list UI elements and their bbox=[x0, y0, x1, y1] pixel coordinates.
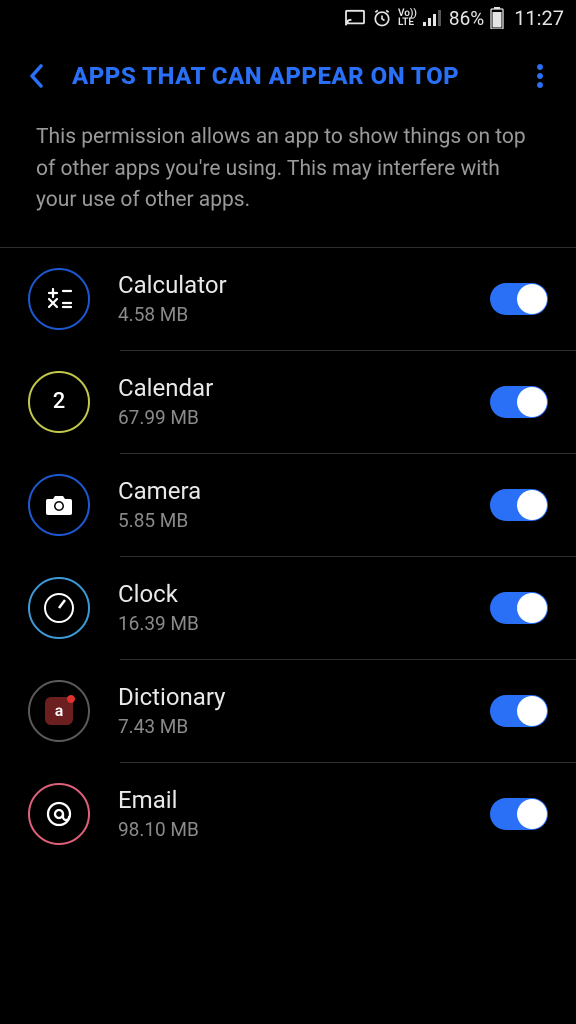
app-size: 5.85 MB bbox=[118, 509, 462, 532]
app-name: Calculator bbox=[118, 271, 462, 299]
app-row[interactable]: a Dictionary 7.43 MB bbox=[0, 660, 576, 762]
app-size: 98.10 MB bbox=[118, 818, 462, 841]
more-options-button[interactable] bbox=[522, 58, 558, 94]
calendar-icon: 2 bbox=[28, 371, 90, 433]
app-row[interactable]: Email 98.10 MB bbox=[0, 763, 576, 865]
app-size: 67.99 MB bbox=[118, 406, 462, 429]
cast-icon bbox=[344, 9, 366, 27]
app-size: 16.39 MB bbox=[118, 612, 462, 635]
battery-percent: 86% bbox=[449, 7, 484, 30]
permission-toggle[interactable] bbox=[490, 386, 548, 418]
back-button[interactable] bbox=[18, 58, 54, 94]
app-name: Calendar bbox=[118, 374, 462, 402]
app-row[interactable]: Clock 16.39 MB bbox=[0, 557, 576, 659]
app-text: Camera 5.85 MB bbox=[118, 477, 462, 532]
app-text: Clock 16.39 MB bbox=[118, 580, 462, 635]
dictionary-icon: a bbox=[28, 680, 90, 742]
volte-icon: Vo))LTE bbox=[398, 9, 417, 27]
signal-icon bbox=[423, 10, 443, 26]
app-text: Email 98.10 MB bbox=[118, 786, 462, 841]
permission-toggle[interactable] bbox=[490, 798, 548, 830]
header: APPS THAT CAN APPEAR ON TOP bbox=[0, 36, 576, 122]
app-row[interactable]: Camera 5.85 MB bbox=[0, 454, 576, 556]
clock-icon bbox=[28, 577, 90, 639]
app-size: 7.43 MB bbox=[118, 715, 462, 738]
app-name: Dictionary bbox=[118, 683, 462, 711]
app-text: Dictionary 7.43 MB bbox=[118, 683, 462, 738]
app-text: Calculator 4.58 MB bbox=[118, 271, 462, 326]
dictionary-badge: a bbox=[45, 697, 73, 725]
page-title: APPS THAT CAN APPEAR ON TOP bbox=[72, 62, 522, 90]
email-icon bbox=[28, 783, 90, 845]
permission-toggle[interactable] bbox=[490, 489, 548, 521]
clock-time: 11:27 bbox=[514, 6, 564, 30]
calendar-day: 2 bbox=[53, 389, 66, 414]
permission-toggle[interactable] bbox=[490, 695, 548, 727]
app-row[interactable]: 2 Calendar 67.99 MB bbox=[0, 351, 576, 453]
alarm-icon bbox=[372, 8, 392, 28]
app-size: 4.58 MB bbox=[118, 303, 462, 326]
calculator-icon bbox=[28, 268, 90, 330]
battery-icon bbox=[490, 7, 504, 29]
app-text: Calendar 67.99 MB bbox=[118, 374, 462, 429]
app-row[interactable]: Calculator 4.58 MB bbox=[0, 248, 576, 350]
app-name: Email bbox=[118, 786, 462, 814]
permission-toggle[interactable] bbox=[490, 283, 548, 315]
status-bar: Vo))LTE 86% 11:27 bbox=[0, 0, 576, 36]
permission-description: This permission allows an app to show th… bbox=[0, 122, 576, 247]
app-name: Clock bbox=[118, 580, 462, 608]
permission-toggle[interactable] bbox=[490, 592, 548, 624]
camera-icon bbox=[28, 474, 90, 536]
app-list: Calculator 4.58 MB 2 Calendar 67.99 MB Camera… bbox=[0, 248, 576, 865]
app-name: Camera bbox=[118, 477, 462, 505]
